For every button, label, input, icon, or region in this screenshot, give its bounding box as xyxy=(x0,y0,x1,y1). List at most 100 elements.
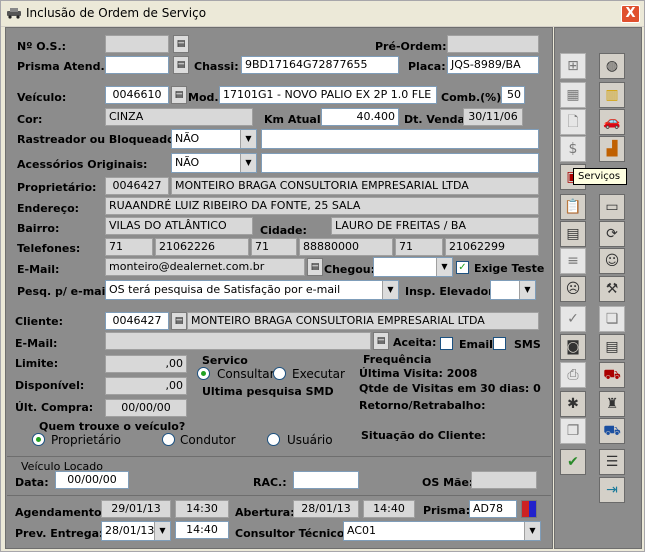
tools-icon[interactable]: ⚒ xyxy=(599,276,625,302)
km-field[interactable]: 40.400 xyxy=(321,108,399,126)
car-side-icon[interactable]: 🚗 xyxy=(599,109,625,135)
refresh-icon[interactable]: ⟳ xyxy=(599,221,625,247)
check-icon[interactable]: ✓ xyxy=(560,306,586,332)
prev-entrega-date[interactable]: 28/01/13 ▼ xyxy=(101,521,171,541)
clipboard-icon[interactable]: ▭ xyxy=(599,194,625,220)
prisma-label: Prisma: xyxy=(423,504,471,517)
folders-icon[interactable]: ▥ xyxy=(599,82,625,108)
exit-icon[interactable]: ⇥ xyxy=(599,477,625,503)
notes-icon[interactable]: ▤ xyxy=(599,334,625,360)
mod-label: Mod.: xyxy=(188,91,223,104)
bairro-field: VILAS DO ATLÂNTICO xyxy=(105,217,253,235)
veiculo-code-field[interactable]: 0046610 xyxy=(105,86,169,104)
sad-face-icon[interactable]: ☹ xyxy=(560,276,586,302)
insert-row-icon[interactable]: ⊞ xyxy=(560,53,586,79)
telefone-num-1: 21062226 xyxy=(155,238,249,256)
money-bag-icon[interactable]: ◍ xyxy=(599,53,625,79)
preordem-field[interactable] xyxy=(447,35,539,53)
chassi-field[interactable]: 9BD17164G72877655 xyxy=(241,56,399,74)
chart-icon[interactable]: ▟ xyxy=(599,136,625,162)
cliente-email-edit-icon[interactable]: ▤ xyxy=(373,332,389,350)
document-search-icon[interactable]: 🗋 xyxy=(560,109,586,135)
chegou-select[interactable]: ▼ xyxy=(373,257,453,277)
divider xyxy=(7,456,551,457)
nos-field[interactable] xyxy=(105,35,169,53)
condutor-radio[interactable] xyxy=(162,433,175,446)
telefones-label: Telefones: xyxy=(17,242,81,255)
acessorios-select[interactable]: NÃO ▼ xyxy=(171,153,257,173)
insp-select[interactable]: ▼ xyxy=(490,280,536,300)
acessorios-text[interactable] xyxy=(261,153,539,173)
mod-field[interactable]: 17101G1 - NOVO PALIO EX 2P 1.0 FLE xyxy=(219,86,437,104)
approve-icon[interactable]: ✔ xyxy=(560,449,586,475)
chevron-down-icon: ▼ xyxy=(240,154,256,172)
disponivel-label: Disponível: xyxy=(15,379,85,392)
camera-box-icon[interactable]: ▤ xyxy=(560,221,586,247)
close-button[interactable]: X xyxy=(621,5,640,23)
aceita-sms-checkbox[interactable] xyxy=(493,337,506,350)
limite-label: Limite: xyxy=(15,357,59,370)
stamp-icon[interactable]: ♜ xyxy=(599,391,625,417)
servico-title: Servico xyxy=(202,354,248,367)
prisma-color-icon[interactable] xyxy=(521,500,537,518)
exige-teste-checkbox[interactable]: ✓ xyxy=(456,261,469,274)
prev-entrega-time[interactable]: 14:40 xyxy=(175,521,229,539)
proprietario-name: MONTEIRO BRAGA CONSULTORIA EMPRESARIAL L… xyxy=(171,177,539,195)
consultor-select[interactable]: AC01 ▼ xyxy=(343,521,541,541)
aceita-label: Aceita: xyxy=(393,336,437,349)
camera-icon[interactable]: ◙ xyxy=(560,334,586,360)
preordem-label: Pré-Ordem: xyxy=(375,40,447,53)
table-icon[interactable]: ▦ xyxy=(560,82,586,108)
proprietario-radio[interactable] xyxy=(32,433,45,446)
retorno-label: Retorno/Retrabalho: xyxy=(359,399,486,412)
window-title: Inclusão de Ordem de Serviço xyxy=(26,6,207,20)
dtvenda-field[interactable]: 30/11/06 xyxy=(463,108,523,126)
smiley-icon[interactable]: ☺ xyxy=(599,248,625,274)
rastreador-text[interactable] xyxy=(261,129,539,149)
pages-icon[interactable]: ❏ xyxy=(599,306,625,332)
placa-label: Placa: xyxy=(408,60,446,73)
dollar-icon[interactable]: $ xyxy=(560,136,586,162)
cliente-code-field[interactable]: 0046427 xyxy=(105,312,169,330)
rastreador-value: NÃO xyxy=(175,132,200,145)
acessorios-label: Acessórios Originais: xyxy=(17,158,148,171)
bug-icon[interactable]: ✱ xyxy=(560,391,586,417)
copy-icon[interactable]: ❐ xyxy=(560,418,586,444)
rac-label: RAC.: xyxy=(253,476,287,489)
cor-field[interactable]: CINZA xyxy=(105,108,253,126)
comb-field[interactable]: 50 xyxy=(501,86,525,104)
prisma-atend-field[interactable] xyxy=(105,56,169,74)
prisma-field[interactable]: AD78 xyxy=(469,500,517,518)
cidade-field: LAURO DE FREITAS / BA xyxy=(331,217,539,235)
ultcompra-label: Últ. Compra: xyxy=(15,401,94,414)
executar-radio[interactable] xyxy=(273,367,286,380)
email-edit-icon[interactable]: ▤ xyxy=(307,258,323,276)
veiculo-lookup-icon[interactable]: ▤ xyxy=(171,86,187,104)
divider xyxy=(7,495,551,496)
checklist-icon[interactable]: ☰ xyxy=(599,449,625,475)
prisma-lookup-icon[interactable]: ▤ xyxy=(173,56,189,74)
dtvenda-label: Dt. Venda: xyxy=(404,113,470,126)
condutor-option: Condutor xyxy=(180,433,236,447)
vehicle-front-icon[interactable]: ⛟ xyxy=(599,362,625,388)
proprietario-option: Proprietário xyxy=(51,433,121,447)
rastreador-select[interactable]: NÃO ▼ xyxy=(171,129,257,149)
telefone-ddd-1: 71 xyxy=(105,238,153,256)
aceita-email-checkbox[interactable] xyxy=(440,337,453,350)
placa-field[interactable]: JQS-8989/BA xyxy=(447,56,539,74)
chegou-label: Chegou: xyxy=(324,263,376,276)
cliente-lookup-icon[interactable]: ▤ xyxy=(171,312,187,330)
ultima-visita: Última Visita: 2008 xyxy=(359,367,478,380)
clipboard-search-icon[interactable]: 📋 xyxy=(560,194,586,220)
consultar-radio[interactable] xyxy=(197,367,210,380)
situacao-label: Situação do Cliente: xyxy=(361,429,486,442)
locado-data-field[interactable]: 00/00/00 xyxy=(55,471,129,489)
rac-field[interactable] xyxy=(293,471,359,489)
list-icon[interactable]: ≡ xyxy=(560,248,586,274)
truck-icon[interactable]: ⛟ xyxy=(599,418,625,444)
usuario-radio[interactable] xyxy=(267,433,280,446)
frequencia-title: Frequência xyxy=(363,353,432,366)
nos-lookup-icon[interactable]: ▤ xyxy=(173,35,189,53)
printer-icon[interactable]: ⎙ xyxy=(560,362,586,388)
pesq-select[interactable]: OS terá pesquisa de Satisfação por e-mai… xyxy=(105,280,399,300)
